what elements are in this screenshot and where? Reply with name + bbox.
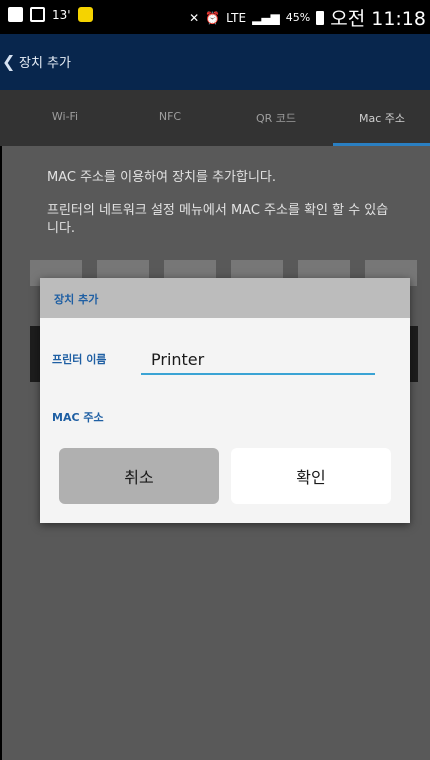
tab-nfc[interactable]: NFC [120, 110, 220, 123]
hint-text: 프린터의 네트워크 설정 메뉴에서 MAC 주소를 확인 할 수 있습니다. [47, 203, 389, 236]
mac-address-label: MAC 주소 [52, 411, 104, 424]
signal-text: 13' [52, 7, 71, 22]
confirm-button[interactable]: 확인 [231, 448, 391, 504]
network-label: LTE [226, 10, 247, 25]
cancel-button[interactable]: 취소 [59, 448, 219, 504]
dialog-header: 장치 추가 [40, 278, 410, 318]
page-title: 장치 추가 [19, 56, 71, 71]
battery-icon [316, 10, 325, 25]
tab-bar: Wi-Fi NFC QR 코드 Mac 주소 [0, 90, 430, 146]
status-right-icons: ✕ ⏰ LTE ▂▄▆ 45% 오전 11:18 [189, 4, 426, 31]
battery-percent: 45% [285, 11, 311, 24]
app-bar: ❮ 장치 추가 [0, 34, 430, 90]
status-bar: 13' ✕ ⏰ LTE ▂▄▆ 45% 오전 11:18 [0, 0, 430, 34]
mute-icon: ✕ [189, 10, 200, 25]
notification-icon [8, 7, 23, 22]
add-device-dialog: 장치 추가 프린터 이름 MAC 주소 취소 확인 [40, 278, 410, 523]
tab-qr-code[interactable]: QR 코드 [226, 110, 326, 126]
dialog-title: 장치 추가 [54, 293, 99, 306]
screen-edge [0, 146, 2, 760]
clock: 오전 11:18 [330, 8, 426, 30]
printer-name-label: 프린터 이름 [52, 353, 107, 366]
description-text: MAC 주소를 이용하여 장치를 추가합니다. [47, 170, 277, 185]
gallery-icon [30, 7, 45, 22]
tab-mac-address[interactable]: Mac 주소 [332, 110, 430, 126]
screen: 13' ✕ ⏰ LTE ▂▄▆ 45% 오전 11:18 ❮ 장치 추가 Wi-… [0, 0, 430, 760]
printer-name-input[interactable] [141, 345, 375, 375]
tab-wifi[interactable]: Wi-Fi [15, 110, 115, 123]
alarm-icon: ⏰ [205, 10, 221, 25]
status-left-icons: 13' [8, 7, 93, 22]
chat-icon [77, 7, 93, 22]
signal-bars-icon: ▂▄▆ [252, 10, 280, 25]
background-button-edge [30, 326, 40, 382]
